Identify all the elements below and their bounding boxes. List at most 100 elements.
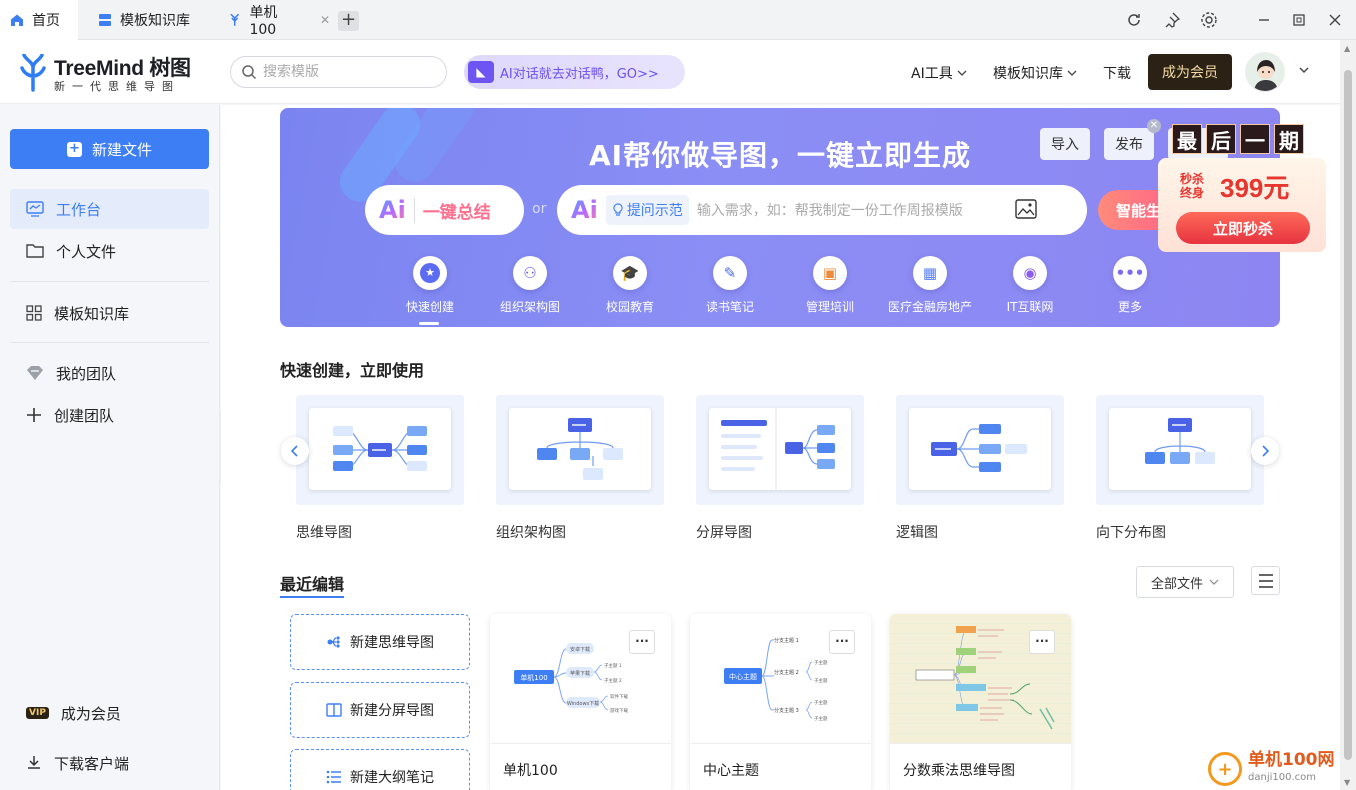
sidebar-item-my-team[interactable]: 我的团队	[10, 353, 209, 393]
nav-templates[interactable]: 模板知识库	[993, 63, 1077, 83]
duck-icon: ◣	[468, 61, 494, 83]
close-icon[interactable]: ✕	[320, 13, 330, 27]
sidebar-item-label: 工作台	[56, 200, 102, 219]
category-more[interactable]: ••• 更多	[1080, 256, 1180, 315]
category-campus-education[interactable]: 🎓 校园教育	[580, 256, 680, 315]
file-card-danji100[interactable]: 单机100 安卓下载 苹果下载 Windows下载 子主题 1 子主题 2 软件…	[490, 614, 671, 790]
new-outline-note-button[interactable]: 新建大纲笔记	[290, 749, 470, 790]
category-reading-notes[interactable]: ✎ 读书笔记	[680, 256, 780, 315]
tree-logo-icon	[20, 54, 46, 92]
new-file-button[interactable]: + 新建文件	[10, 129, 209, 169]
tab-templates[interactable]: 模板知识库	[88, 0, 208, 40]
split-screen-preview-icon	[721, 408, 835, 490]
category-quick-create[interactable]: ★ 快速创建	[380, 256, 480, 315]
category-it-internet[interactable]: ◉ IT互联网	[980, 256, 1080, 315]
sidebar-item-workbench[interactable]: 工作台	[10, 189, 209, 229]
svg-text:子主题 2: 子主题 2	[604, 677, 622, 684]
template-logic-chart[interactable]: 逻辑图	[896, 395, 1064, 542]
ai-banner: AI帮你做导图，一键立即生成 导入 发布 Ai 一键总结 or Ai 提问示范 …	[280, 108, 1280, 327]
new-item-label: 新建大纲笔记	[350, 770, 434, 786]
file-card-fraction-multiplication[interactable]: ··· 分数乘法思维导图	[890, 614, 1071, 790]
question-example-chip[interactable]: 提问示范	[605, 195, 689, 225]
promo-char: 期	[1274, 124, 1304, 154]
sidebar-item-label: 下载客户端	[54, 754, 130, 773]
active-category-indicator	[419, 322, 439, 325]
template-split-screen[interactable]: 分屏导图	[696, 395, 864, 542]
flash-sale-button[interactable]: 立即秒杀	[1176, 212, 1310, 244]
nav-ai-tools[interactable]: AI工具	[911, 63, 967, 83]
template-thumb	[296, 395, 464, 505]
ai-prompt-input[interactable]: 输入需求，如：帮我制定一份工作周报模版	[697, 200, 1007, 220]
app-header: TreeMind 树图 新一代思维导图 ◣ AI对话就去对话鸭，GO>> AI工…	[0, 40, 1340, 104]
home-icon	[11, 14, 23, 26]
svg-text:子主题: 子主题	[814, 677, 828, 684]
template-label: 组织架构图	[496, 525, 566, 541]
file-filter-select[interactable]: 全部文件	[1136, 566, 1234, 598]
vip-icon: VIP	[26, 707, 49, 719]
sidebar-item-vip[interactable]: VIP 成为会员	[10, 693, 209, 733]
avatar[interactable]	[1245, 52, 1285, 92]
nav-download[interactable]: 下载	[1103, 63, 1131, 83]
tab-file[interactable]: 单机100 ✕	[218, 0, 330, 40]
ai-prompt-box[interactable]: Ai 提问示范 输入需求，如：帮我制定一份工作周报模版	[557, 185, 1087, 235]
new-split-screen-button[interactable]: 新建分屏导图	[290, 682, 470, 738]
list-view-toggle[interactable]	[1251, 566, 1280, 595]
carousel-prev-button[interactable]	[281, 437, 309, 465]
template-downward-chart[interactable]: 向下分布图	[1096, 395, 1264, 542]
sidebar-item-templates[interactable]: 模板知识库	[10, 293, 209, 333]
publish-button[interactable]: 发布	[1104, 128, 1154, 160]
refresh-icon[interactable]	[1122, 8, 1146, 32]
search-box[interactable]	[230, 56, 447, 88]
category-label: 读书笔记	[705, 300, 754, 314]
more-options-button[interactable]: ···	[629, 630, 655, 654]
one-click-summary-button[interactable]: Ai 一键总结	[365, 185, 524, 235]
minimize-icon[interactable]	[1252, 8, 1276, 32]
more-options-button[interactable]: ···	[1029, 630, 1055, 654]
site-watermark: + 单机100网 danji100.com	[1208, 748, 1356, 790]
chevron-down-icon[interactable]	[1298, 64, 1310, 76]
maximize-icon[interactable]	[1287, 8, 1311, 32]
sidebar-item-label: 个人文件	[56, 242, 117, 261]
more-options-button[interactable]: ···	[829, 630, 855, 654]
tab-label: 模板知识库	[120, 13, 190, 29]
become-member-button[interactable]: 成为会员	[1148, 54, 1232, 90]
template-org-chart[interactable]: 组织架构图	[496, 395, 664, 542]
search-input[interactable]	[263, 64, 433, 80]
add-tab-button[interactable]: +	[338, 11, 359, 31]
category-management-training[interactable]: ▣ 管理培训	[780, 256, 880, 315]
category-medical-finance-realestate[interactable]: ▦ 医疗金融房地产	[880, 256, 980, 315]
tab-home[interactable]: 首页	[0, 0, 78, 40]
scroll-up-icon[interactable]: ▲	[1344, 44, 1350, 53]
treemind-logo[interactable]: TreeMind 树图 新一代思维导图	[18, 52, 198, 96]
planet-icon: ◉	[1013, 256, 1047, 290]
import-button[interactable]: 导入	[1040, 128, 1090, 160]
carousel-next-button[interactable]	[1251, 437, 1279, 465]
sidebar-item-create-team[interactable]: 创建团队	[10, 395, 209, 435]
org-chart-preview-icon	[537, 418, 623, 480]
or-label: or	[532, 201, 547, 217]
gear-icon[interactable]	[1197, 8, 1221, 32]
file-card-central-topic[interactable]: 中心主题 分支主题 1 分支主题 2 分支主题 3 子主题 子主题 子主题 子主…	[690, 614, 871, 790]
vertical-scrollbar[interactable]: ▲ ▼	[1340, 40, 1356, 790]
image-upload-icon[interactable]	[1015, 199, 1039, 221]
category-org-chart[interactable]: ⚇ 组织架构图	[480, 256, 580, 315]
summary-label: 一键总结	[413, 197, 491, 223]
flash-sale-promo[interactable]: 秒杀 终身 399元 立即秒杀 最 后 一 期	[1158, 120, 1326, 252]
ai-chat-promo-link[interactable]: ◣ AI对话就去对话鸭，GO>>	[464, 55, 685, 89]
pin-icon[interactable]	[1160, 8, 1184, 32]
chevron-down-icon	[1067, 70, 1077, 76]
new-mindmap-button[interactable]: 新建思维导图	[290, 614, 470, 670]
briefcase-icon: ▣	[813, 256, 847, 290]
workbench-icon	[26, 201, 44, 217]
sidebar-item-download-client[interactable]: 下载客户端	[10, 743, 209, 783]
svg-text:分支主题 2: 分支主题 2	[774, 669, 799, 676]
sidebar-item-personal-files[interactable]: 个人文件	[10, 231, 209, 271]
svg-text:软件下载: 软件下载	[610, 693, 628, 700]
scrollbar-thumb[interactable]	[1344, 70, 1352, 760]
promo-price: 399元	[1220, 173, 1290, 203]
template-mindmap[interactable]: 思维导图	[296, 395, 464, 542]
recent-edits-tab[interactable]: 最近编辑	[280, 571, 344, 595]
new-item-label: 新建分屏导图	[350, 703, 434, 719]
new-file-label: 新建文件	[91, 140, 152, 159]
close-window-icon[interactable]	[1323, 8, 1347, 32]
